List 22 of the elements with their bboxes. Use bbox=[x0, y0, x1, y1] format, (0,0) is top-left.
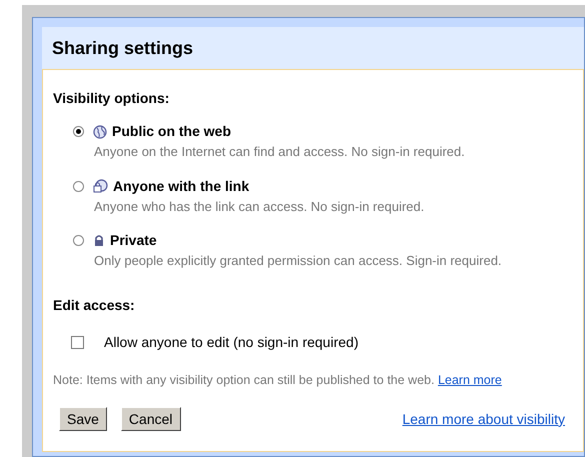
dialog-button[interactable]: Cancel bbox=[120, 407, 181, 432]
lock-icon bbox=[93, 234, 105, 247]
radio-button[interactable] bbox=[73, 180, 84, 192]
globe-lock-icon bbox=[93, 179, 108, 193]
dialog-button[interactable]: Save bbox=[59, 407, 107, 432]
section-heading: Edit access: bbox=[53, 296, 136, 314]
option-label: Anyone with the link bbox=[113, 176, 250, 196]
option-description: Anyone who has the link can access. No sign-in required. bbox=[94, 198, 426, 216]
dialog-title: Sharing settings bbox=[52, 36, 194, 60]
radio-button[interactable] bbox=[73, 126, 84, 137]
learn-more-link[interactable]: Learn more bbox=[438, 372, 502, 386]
option-description: Only people explicitly granted permission can access. Sign-in required. bbox=[94, 252, 503, 270]
learn-more-link[interactable]: Learn more about visibility bbox=[402, 408, 565, 430]
checkbox-label: Allow anyone to edit (no sign-in required) bbox=[104, 332, 358, 352]
globe-icon bbox=[93, 124, 107, 138]
radio-button[interactable] bbox=[73, 235, 84, 246]
option-description: Anyone on the Internet can find and access. No sign-in required. bbox=[94, 143, 466, 161]
option-label: Private bbox=[110, 231, 157, 250]
option-label: Public on the web bbox=[112, 122, 232, 141]
checkbox[interactable] bbox=[71, 336, 84, 348]
note-text: Note: Items with any visibility option can still be published to the web. bbox=[53, 372, 434, 386]
section-heading: Visibility options: bbox=[53, 89, 170, 108]
